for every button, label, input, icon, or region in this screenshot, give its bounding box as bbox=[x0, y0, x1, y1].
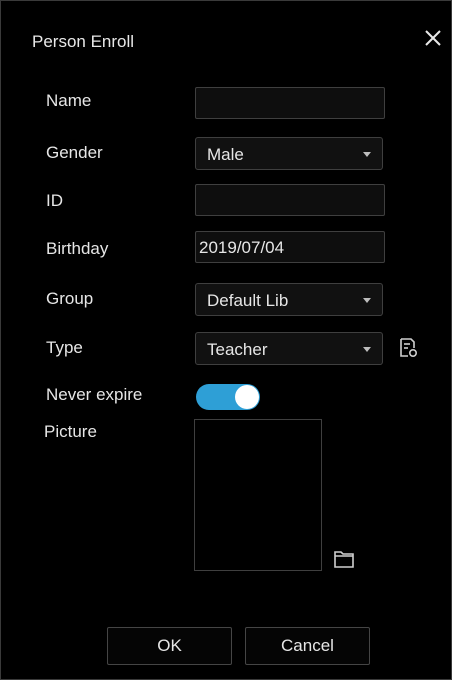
gender-label: Gender bbox=[46, 143, 103, 162]
name-input[interactable] bbox=[195, 87, 385, 119]
never-expire-label: Never expire bbox=[46, 385, 143, 404]
birthday-field[interactable]: 2019/07/04 bbox=[195, 231, 385, 263]
group-label: Group bbox=[46, 289, 94, 308]
type-selected-value: Teacher bbox=[207, 340, 268, 359]
chevron-down-icon bbox=[363, 152, 371, 157]
close-icon[interactable] bbox=[421, 26, 445, 50]
id-input[interactable] bbox=[195, 184, 385, 216]
group-selected-value: Default Lib bbox=[207, 291, 289, 310]
type-select[interactable]: Teacher bbox=[195, 332, 383, 365]
birthday-value: 2019/07/04 bbox=[199, 238, 285, 257]
folder-icon[interactable] bbox=[333, 549, 355, 569]
gender-selected-value: Male bbox=[207, 145, 244, 164]
group-select[interactable]: Default Lib bbox=[195, 283, 383, 316]
person-enroll-dialog: Person Enroll Name Gender Male ID Birthd… bbox=[0, 0, 452, 680]
document-settings-icon[interactable] bbox=[397, 337, 419, 359]
toggle-knob bbox=[235, 385, 259, 409]
chevron-down-icon bbox=[363, 347, 371, 352]
dialog-title-bar: Person Enroll bbox=[1, 1, 452, 81]
picture-preview bbox=[194, 419, 322, 571]
gender-select[interactable]: Male bbox=[195, 137, 383, 170]
name-label: Name bbox=[46, 91, 92, 110]
ok-button[interactable]: OK bbox=[107, 627, 232, 665]
dialog-title: Person Enroll bbox=[32, 32, 135, 51]
id-label: ID bbox=[46, 191, 63, 210]
type-label: Type bbox=[46, 338, 83, 357]
chevron-down-icon bbox=[363, 298, 371, 303]
picture-label: Picture bbox=[44, 422, 97, 441]
never-expire-toggle[interactable] bbox=[196, 384, 260, 410]
cancel-button[interactable]: Cancel bbox=[245, 627, 370, 665]
birthday-label: Birthday bbox=[46, 239, 109, 258]
